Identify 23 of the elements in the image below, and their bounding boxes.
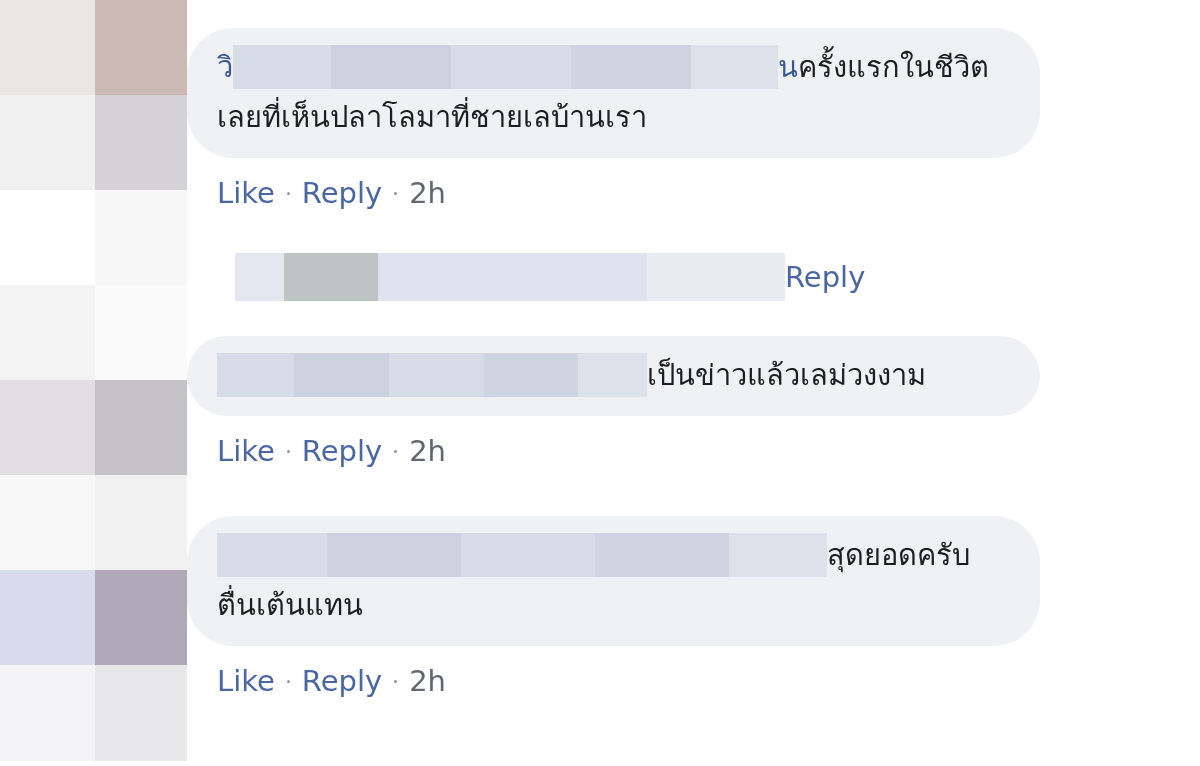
action-link[interactable]: Like — [217, 434, 275, 468]
separator-dot — [286, 449, 290, 453]
reply-link[interactable]: Reply — [785, 260, 866, 294]
comment-time: 2h — [409, 664, 446, 698]
comment-time: 2h — [409, 176, 446, 210]
action-link[interactable]: Reply — [301, 434, 383, 468]
action-link[interactable]: Reply — [301, 664, 383, 698]
comment-text: เลยที่เห็นปลาโลมาที่ชายเลบ้านเรา — [217, 94, 647, 140]
author-name[interactable]: วิ — [217, 44, 233, 90]
separator-dot — [286, 191, 290, 195]
comment-time: 2h — [409, 434, 446, 468]
comment-text: ตื่นเต้นแทน — [217, 582, 363, 628]
separator-dot — [286, 679, 290, 683]
action-link[interactable]: Like — [217, 664, 275, 698]
comment-text: ครั้งแรกในชีวิต — [798, 44, 989, 90]
action-link[interactable]: Like — [217, 176, 275, 210]
separator-dot — [394, 449, 398, 453]
separator-dot — [394, 191, 398, 195]
author-name[interactable]: น — [778, 44, 798, 90]
comment-text: สุดยอดครับ — [827, 537, 970, 575]
separator-dot — [394, 679, 398, 683]
comment-text: เป็นข่าวแล้วเลม่วงงาม — [647, 356, 926, 394]
action-link[interactable]: Reply — [301, 176, 383, 210]
